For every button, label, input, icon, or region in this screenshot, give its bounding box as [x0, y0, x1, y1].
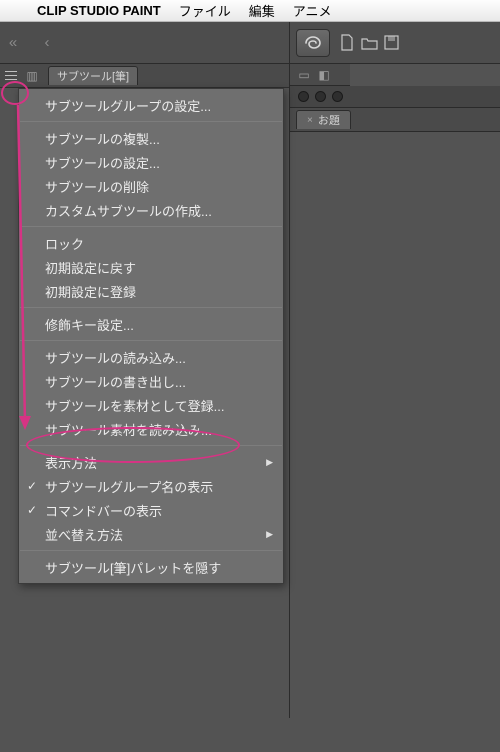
odai-panel-body [290, 132, 500, 752]
odai-panel: × お題 [290, 86, 500, 752]
context-menu-item[interactable]: 表示方法 [19, 450, 283, 474]
context-menu-item[interactable]: サブツールの設定... [19, 150, 283, 174]
subtool-tab-label: サブツール[筆] [57, 68, 129, 84]
minimize-dot-icon[interactable] [315, 91, 326, 102]
palette-menu-icon[interactable] [2, 68, 20, 84]
context-menu-item[interactable]: 初期設定に戻す [19, 255, 283, 279]
context-menu-item[interactable]: サブツールの読み込み... [19, 345, 283, 369]
window-layout-icon[interactable]: ▭ [296, 68, 312, 82]
context-menu-item[interactable]: 修飾キー設定... [19, 312, 283, 336]
right-column: ▭ ◧ × お題 [290, 64, 500, 718]
context-menu-item[interactable]: サブツールの削除 [19, 174, 283, 198]
context-menu-item[interactable]: サブツールを素材として登録... [19, 393, 283, 417]
context-menu-item[interactable]: 初期設定に登録 [19, 279, 283, 303]
context-menu-item[interactable]: カスタムサブツールの作成... [19, 198, 283, 222]
subtool-tab[interactable]: サブツール[筆] [48, 66, 138, 85]
mac-menu-bar: CLIP STUDIO PAINT ファイル 編集 アニメ [0, 0, 500, 22]
odai-tab-label: お題 [318, 112, 340, 128]
context-menu-item[interactable]: サブツール[筆]パレットを隠す [19, 555, 283, 579]
palette-option-icon[interactable]: ▥ [23, 68, 41, 84]
menu-separator [20, 121, 282, 122]
menu-file[interactable]: ファイル [170, 1, 240, 20]
collapse-double-icon[interactable]: « [4, 34, 22, 52]
zoom-dot-icon[interactable] [332, 91, 343, 102]
menu-anime[interactable]: アニメ [284, 1, 341, 20]
app-toolbar: « ‹ [0, 22, 500, 64]
context-menu-item[interactable]: サブツール素材を読み込み... [19, 417, 283, 441]
menu-separator [20, 307, 282, 308]
menu-separator [20, 445, 282, 446]
close-tab-icon[interactable]: × [307, 115, 313, 126]
context-menu-item[interactable]: ロック [19, 231, 283, 255]
close-dot-icon[interactable] [298, 91, 309, 102]
palette-context-menu: サブツールグループの設定...サブツールの複製...サブツールの設定...サブツ… [18, 88, 284, 584]
subtool-palette: ▥ サブツール[筆] サブツールグループの設定...サブツールの複製...サブツ… [0, 64, 290, 718]
panel-titlebar [290, 86, 500, 108]
clip-studio-button[interactable] [296, 29, 330, 57]
window-layout2-icon[interactable]: ◧ [316, 68, 332, 82]
context-menu-item[interactable]: サブツールの複製... [19, 126, 283, 150]
save-icon[interactable] [380, 31, 402, 55]
open-folder-icon[interactable] [358, 31, 380, 55]
menu-separator [20, 550, 282, 551]
app-name[interactable]: CLIP STUDIO PAINT [28, 3, 170, 18]
menu-separator [20, 340, 282, 341]
context-menu-item[interactable]: サブツールの書き出し... [19, 369, 283, 393]
context-menu-item[interactable]: 並べ替え方法 [19, 522, 283, 546]
context-menu-item[interactable]: サブツールグループ名の表示 [19, 474, 283, 498]
context-menu-item[interactable]: サブツールグループの設定... [19, 93, 283, 117]
palette-tab-bar: ▥ サブツール[筆] [0, 64, 289, 88]
menu-edit[interactable]: 編集 [240, 1, 284, 20]
new-file-icon[interactable] [336, 31, 358, 55]
menu-separator [20, 226, 282, 227]
spiral-icon [303, 35, 323, 51]
odai-tab[interactable]: × お題 [296, 110, 351, 129]
back-icon[interactable]: ‹ [38, 34, 56, 52]
context-menu-item[interactable]: コマンドバーの表示 [19, 498, 283, 522]
